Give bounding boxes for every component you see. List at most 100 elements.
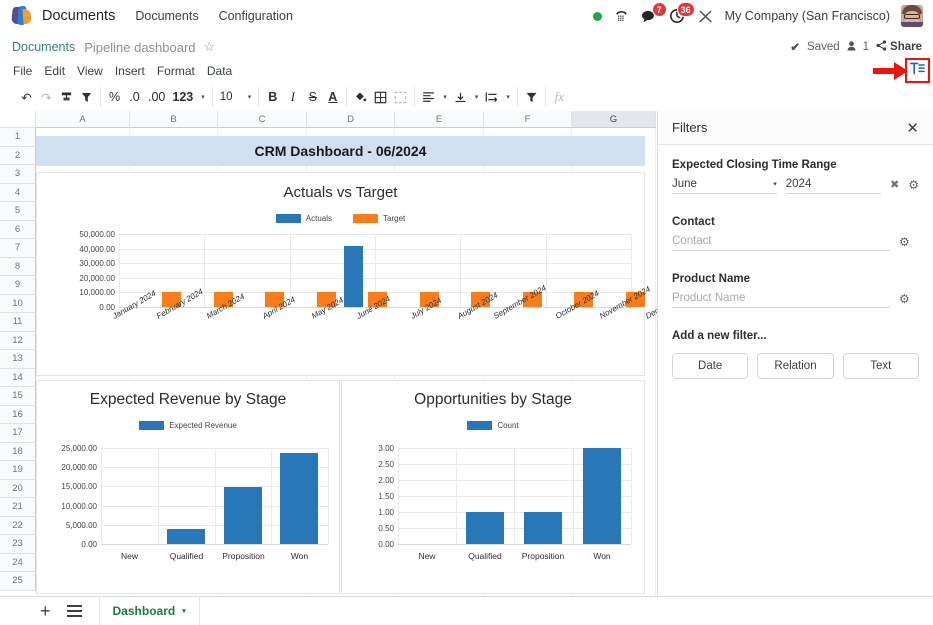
menu-item-file[interactable]: File [13, 64, 32, 78]
row-header[interactable]: 4 [0, 184, 36, 203]
row-header[interactable]: 17 [0, 424, 36, 443]
row-header[interactable]: 23 [0, 535, 36, 554]
increase-decimal-icon[interactable]: .00 [148, 88, 165, 106]
row-header[interactable]: 22 [0, 517, 36, 536]
formula-icon[interactable]: fx [553, 88, 566, 106]
vertical-align-icon[interactable] [454, 88, 467, 106]
column-header-e[interactable]: E [395, 111, 484, 128]
horizontal-align-caret-icon[interactable]: ▾ [443, 93, 447, 101]
row-header[interactable]: 19 [0, 461, 36, 480]
add-relation-filter-button[interactable]: Relation [757, 353, 833, 379]
filter-year-input[interactable]: 2024 [786, 178, 881, 194]
gear-icon[interactable]: ⚙ [908, 178, 919, 194]
user-avatar[interactable] [901, 5, 923, 27]
tools-icon[interactable] [697, 8, 714, 25]
page-title[interactable]: Pipeline dashboard [84, 40, 195, 55]
nav-item-configuration[interactable]: Configuration [219, 9, 293, 23]
row-header[interactable]: 10 [0, 295, 36, 314]
add-date-filter-button[interactable]: Date [672, 353, 748, 379]
filter-icon[interactable] [525, 88, 538, 106]
row-header[interactable]: 3 [0, 165, 36, 184]
company-selector[interactable]: My Company (San Francisco) [725, 9, 890, 23]
menu-item-data[interactable]: Data [207, 64, 232, 78]
vertical-align-caret-icon[interactable]: ▾ [475, 93, 479, 101]
font-size-value[interactable]: 10 [220, 91, 240, 103]
row-header[interactable]: 21 [0, 498, 36, 517]
gear-icon[interactable]: ⚙ [899, 292, 910, 308]
text-color-icon[interactable]: A [326, 88, 339, 106]
percent-format-icon[interactable]: % [108, 88, 121, 106]
row-header[interactable]: 24 [0, 554, 36, 573]
undo-icon[interactable]: ↶ [20, 88, 33, 106]
row-header[interactable]: 9 [0, 276, 36, 295]
menu-item-format[interactable]: Format [157, 64, 195, 78]
row-header[interactable]: 2 [0, 147, 36, 166]
product-name-input[interactable]: Product Name [672, 292, 890, 308]
row-header[interactable]: 1 [0, 128, 36, 147]
plus-icon[interactable]: + [40, 602, 51, 620]
share-button[interactable]: Share [876, 40, 922, 54]
favorite-star-icon[interactable]: ☆ [204, 39, 216, 55]
text-wrap-icon[interactable] [485, 88, 498, 106]
row-header[interactable]: 6 [0, 221, 36, 240]
number-format-icon[interactable]: 123 [172, 88, 193, 106]
contact-input[interactable]: Contact [672, 235, 890, 251]
redo-icon[interactable]: ↷ [40, 88, 53, 106]
gear-icon[interactable]: ⚙ [899, 235, 910, 251]
chart-actuals-vs-target[interactable]: Actuals vs Target Actuals Target 50,000.… [36, 172, 645, 376]
clear-format-icon[interactable] [80, 88, 93, 106]
app-logo-icon[interactable] [12, 6, 32, 26]
select-all-corner[interactable] [0, 111, 36, 128]
strikethrough-icon[interactable]: S [306, 88, 319, 106]
app-brand-name[interactable]: Documents [42, 8, 115, 24]
row-header[interactable]: 11 [0, 313, 36, 332]
add-text-filter-button[interactable]: Text [843, 353, 919, 379]
merge-cells-icon[interactable] [394, 88, 407, 106]
row-header[interactable]: 14 [0, 369, 36, 388]
paint-format-icon[interactable] [60, 88, 73, 106]
column-header-f[interactable]: F [484, 111, 572, 128]
filter-month-select[interactable]: June ▾ [672, 178, 777, 194]
row-header[interactable]: 7 [0, 239, 36, 258]
row-header[interactable]: 15 [0, 387, 36, 406]
sheet-tab-dashboard[interactable]: Dashboard ▾ [99, 597, 200, 625]
text-wrap-caret-icon[interactable]: ▾ [506, 93, 510, 101]
filter-sort-panel-button[interactable] [905, 58, 930, 83]
phone-icon[interactable] [613, 8, 630, 25]
chart-opportunities-by-stage[interactable]: Opportunities by Stage Count 3.00 2.50 2… [341, 380, 645, 594]
cells-canvas[interactable]: CRM Dashboard - 06/2024 Actuals vs Targe… [36, 128, 657, 596]
chat-icon[interactable]: 7 [641, 8, 658, 25]
number-format-caret-icon[interactable]: ▾ [201, 93, 205, 101]
menu-item-insert[interactable]: Insert [115, 64, 145, 78]
column-header-a[interactable]: A [36, 111, 130, 128]
bold-icon[interactable]: B [266, 88, 279, 106]
font-size-caret-icon[interactable]: ▾ [248, 93, 252, 101]
row-header[interactable]: 20 [0, 480, 36, 499]
menu-item-edit[interactable]: Edit [44, 64, 65, 78]
row-header[interactable]: 18 [0, 443, 36, 462]
column-header-c[interactable]: C [218, 111, 307, 128]
list-icon[interactable] [67, 605, 82, 617]
activity-clock-icon[interactable]: 36 [669, 8, 686, 25]
decrease-decimal-icon[interactable]: .0 [128, 88, 141, 106]
row-header[interactable]: 12 [0, 332, 36, 351]
close-icon[interactable]: ✕ [906, 119, 919, 137]
dashboard-banner-cell[interactable]: CRM Dashboard - 06/2024 [36, 136, 645, 166]
breadcrumb-root-link[interactable]: Documents [12, 40, 75, 54]
row-header[interactable]: 8 [0, 258, 36, 277]
row-header[interactable]: 13 [0, 350, 36, 369]
fill-color-icon[interactable] [354, 88, 367, 106]
column-header-g[interactable]: G [572, 111, 656, 128]
nav-item-documents[interactable]: Documents [135, 9, 198, 23]
clear-icon[interactable]: ✖ [890, 178, 899, 194]
row-header[interactable]: 25 [0, 572, 36, 591]
italic-icon[interactable]: I [286, 88, 299, 106]
column-header-d[interactable]: D [307, 111, 395, 128]
borders-icon[interactable] [374, 88, 387, 106]
column-header-b[interactable]: B [130, 111, 218, 128]
horizontal-align-icon[interactable] [422, 88, 435, 106]
menu-item-view[interactable]: View [77, 64, 103, 78]
chart-expected-revenue-by-stage[interactable]: Expected Revenue by Stage Expected Reven… [36, 380, 340, 594]
row-header[interactable]: 5 [0, 202, 36, 221]
row-header[interactable]: 16 [0, 406, 36, 425]
